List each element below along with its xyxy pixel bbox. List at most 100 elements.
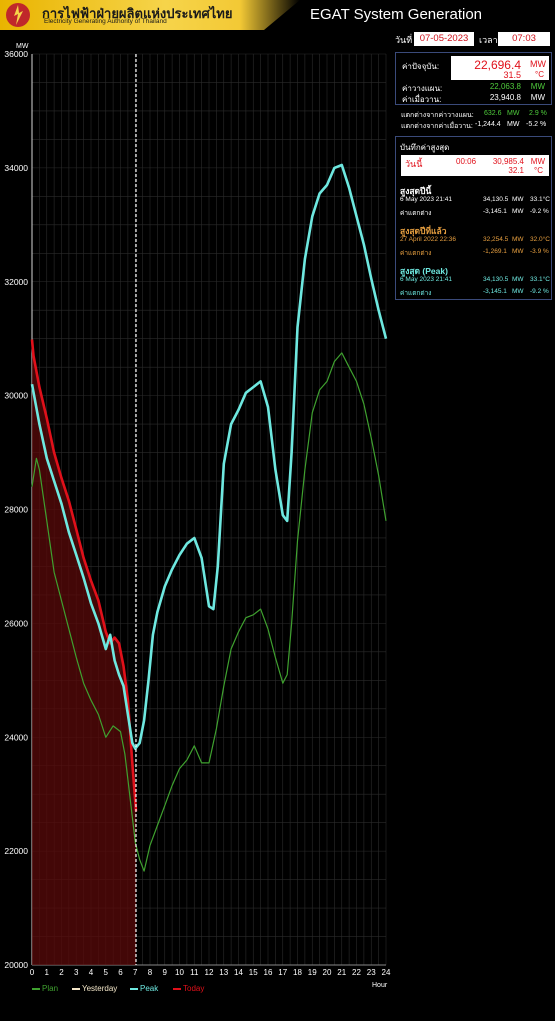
today-temp-unit: °C (534, 166, 543, 175)
current-temp-unit: °C (535, 70, 544, 79)
legend-plan-swatch (32, 987, 40, 990)
x-tick-label: 2 (59, 968, 64, 977)
y-tick-label: 30000 (4, 391, 28, 401)
x-tick-label: 14 (234, 968, 243, 977)
current-label: ค่าปัจจุบัน: (402, 62, 440, 71)
diff-yesterday-mw: -1,244.4 (475, 121, 501, 128)
last-year-peak-diff-unit: MW (512, 248, 524, 255)
records-title: บันทึกค่าสูงสุด (400, 143, 450, 152)
x-axis-label: Hour (372, 982, 388, 989)
legend-plan: Plan (32, 984, 58, 993)
y-tick-label: 36000 (4, 49, 28, 59)
plan-value: 22,063.8 (489, 82, 521, 91)
y-axis-label: MW (16, 43, 29, 50)
y-tick-label: 24000 (4, 732, 28, 742)
today-time: 00:06 (456, 157, 477, 166)
x-tick-label: 10 (175, 968, 184, 977)
all-time-peak-temp: 33.1°C (530, 276, 550, 283)
legend-peak-label: Peak (140, 984, 159, 993)
x-tick-label: 3 (74, 968, 79, 977)
year-peak-mw: 34,130.5 (483, 196, 509, 203)
all-time-peak-mw-unit: MW (512, 276, 524, 283)
today-temp: 32.1 (508, 166, 524, 175)
legend-plan-label: Plan (42, 984, 59, 993)
diff-plan-mw-unit: MW (507, 110, 520, 117)
all-time-peak-diff-label: ค่าแตกต่าง (400, 290, 432, 297)
peak-records-panel: บันทึกค่าสูงสุด วันนี้ 00:06 30,985.4 MW… (395, 136, 552, 300)
last-year-peak-temp: 32.0°C (530, 236, 550, 243)
y-tick-label: 28000 (4, 505, 28, 515)
app-title: EGAT System Generation (310, 6, 483, 23)
x-tick-label: 0 (30, 968, 35, 977)
egat-logo-icon (6, 3, 30, 27)
time-label: เวลา (479, 35, 498, 45)
all-time-peak-diff-unit: MW (512, 288, 524, 295)
y-tick-label: 32000 (4, 277, 28, 287)
last-year-peak-date: 27 April 2022 22:36 (400, 236, 457, 243)
today-label: วันนี้ (405, 159, 423, 169)
x-tick-label: 20 (323, 968, 332, 977)
generation-chart: 20000 22000 24000 26000 28000 30000 32000 34000… (4, 43, 391, 989)
legend-peak: Peak (130, 984, 158, 993)
legend-today-label: Today (183, 984, 205, 993)
yesterday-unit: MW (530, 93, 545, 102)
yesterday-label: ค่าเมื่อวาน: (402, 95, 442, 104)
all-time-peak-date: 6 May 2023 21:41 (400, 276, 453, 283)
x-tick-label: 18 (293, 968, 302, 977)
diff-yesterday-pct: -5.2 % (526, 121, 547, 128)
x-tick-label: 23 (367, 968, 376, 977)
x-tick-label: 13 (219, 968, 228, 977)
date-label: วันที่ (395, 35, 413, 45)
time-field[interactable]: 07:03 (498, 32, 550, 46)
last-year-peak-diff-mw: -1,269.1 (483, 248, 507, 255)
year-peak-mw-unit: MW (512, 196, 524, 203)
today-mw-unit: MW (530, 157, 545, 166)
last-year-peak-diff-label: ค่าแตกต่าง (400, 250, 432, 257)
yesterday-value: 23,940.8 (489, 93, 521, 102)
legend-yesterday: Yesterday (72, 984, 117, 993)
all-time-peak-diff-pct: -9.2 % (530, 288, 549, 295)
year-peak-diff-label: ค่าแตกต่าง (400, 210, 432, 217)
current-values-panel: ค่าปัจจุบัน: 22,696.4 MW 31.5 °C ค่าวางแ… (395, 52, 552, 105)
today-record-box: วันนี้ 00:06 30,985.4 MW 32.1 °C (401, 155, 549, 176)
header-bar: การไฟฟ้าฝ่ายผลิตแห่งประเทศไทย Electricit… (0, 0, 555, 30)
all-time-peak-mw: 34,130.5 (483, 276, 509, 283)
plan-unit: MW (530, 82, 545, 91)
x-tick-label: 24 (382, 968, 391, 977)
y-tick-label: 26000 (4, 618, 28, 628)
diff-yesterday-label: แตกต่างจากค่าเมื่อวาน: (401, 123, 473, 130)
x-tick-label: 21 (337, 968, 346, 977)
x-tick-label: 7 (133, 968, 138, 977)
year-peak-diff-unit: MW (512, 208, 524, 215)
last-year-peak-diff-pct: -3.9 % (530, 248, 549, 255)
last-year-peak-mw: 32,254.5 (483, 236, 509, 243)
year-peak-date: 6 May 2023 21:41 (400, 196, 453, 203)
legend-today: Today (173, 984, 204, 993)
diff-plan-pct: 2.9 % (529, 110, 547, 117)
x-tick-label: 12 (205, 968, 214, 977)
date-field[interactable]: 07-05-2023 (414, 32, 474, 46)
x-tick-label: 22 (352, 968, 361, 977)
x-tick-label: 19 (308, 968, 317, 977)
year-peak-diff-mw: -3,145.1 (483, 208, 507, 215)
x-tick-label: 15 (249, 968, 258, 977)
x-tick-label: 17 (278, 968, 287, 977)
year-peak-temp: 33.1°C (530, 196, 550, 203)
current-temp-value: 31.5 (503, 70, 521, 80)
current-mw-unit: MW (530, 59, 546, 69)
brand-name-english: Electricity Generating Authority of Thai… (44, 18, 167, 25)
all-time-peak-diff-mw: -3,145.1 (483, 288, 507, 295)
x-tick-label: 9 (163, 968, 168, 977)
x-tick-label: 5 (104, 968, 109, 977)
y-tick-label: 22000 (4, 846, 28, 856)
legend-yesterday-swatch (72, 987, 80, 990)
x-tick-label: 4 (89, 968, 94, 977)
current-value-box: 22,696.4 MW 31.5 °C (451, 56, 549, 80)
last-year-peak-mw-unit: MW (512, 236, 524, 243)
y-tick-label: 20000 (4, 960, 28, 970)
x-tick-label: 11 (190, 968, 199, 977)
x-tick-label: 6 (118, 968, 123, 977)
legend-peak-swatch (130, 987, 138, 990)
x-tick-label: 16 (264, 968, 273, 977)
diff-yesterday-mw-unit: MW (507, 121, 520, 128)
